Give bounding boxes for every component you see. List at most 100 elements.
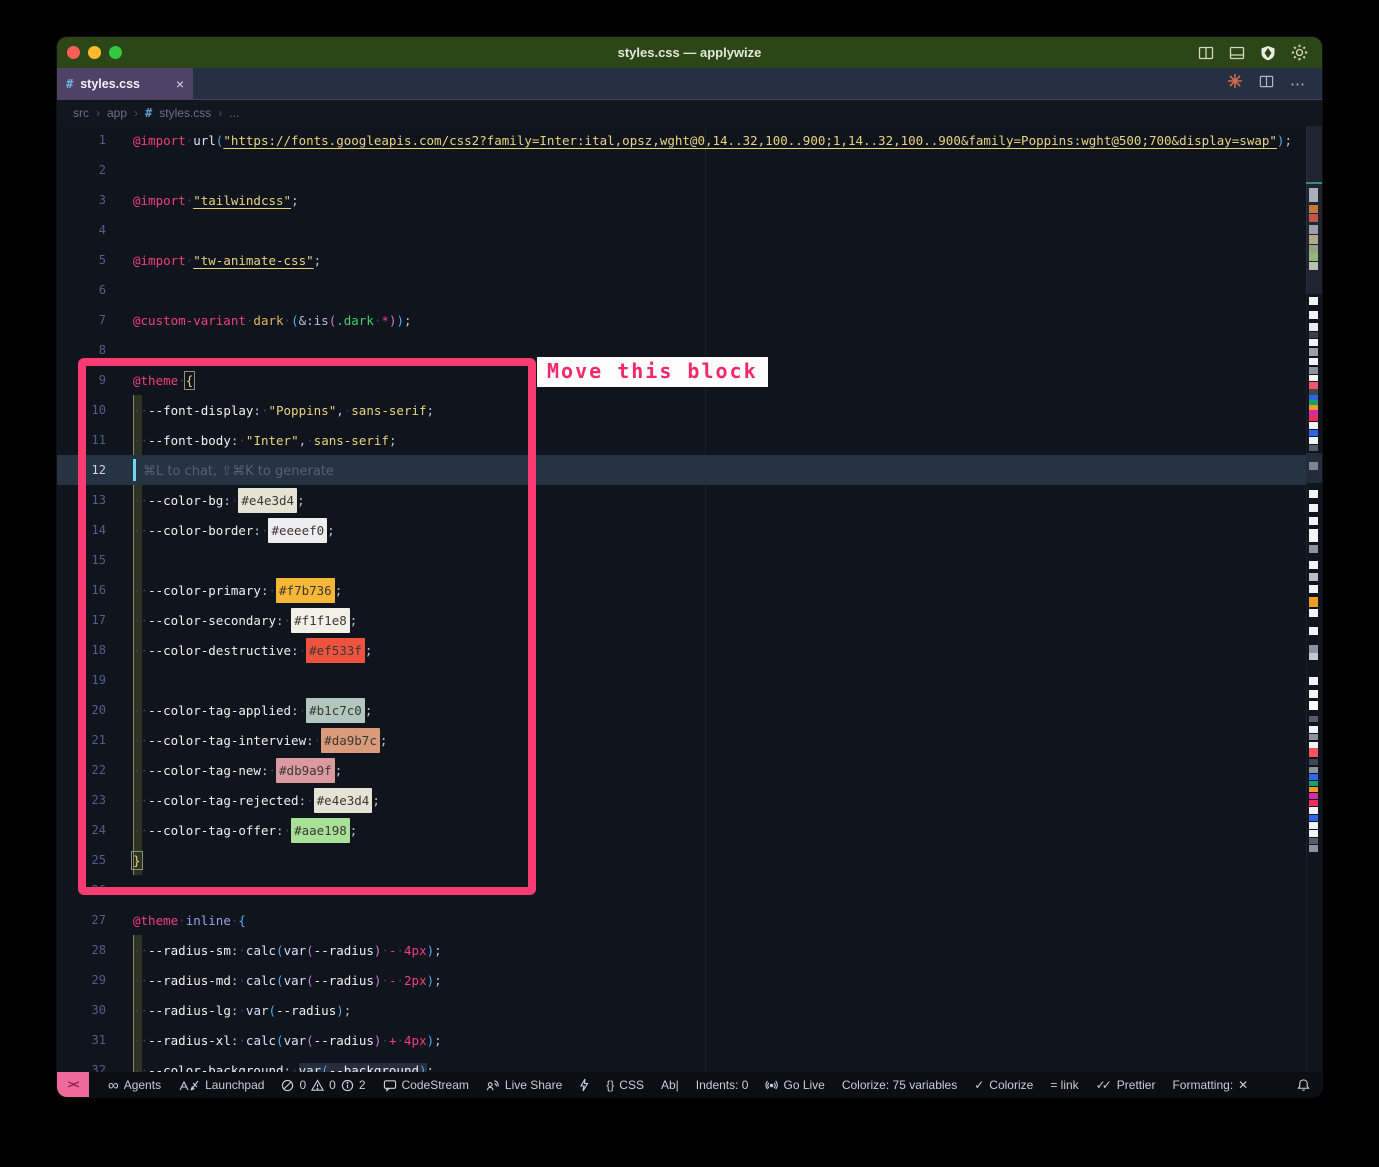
minimap-block: [1309, 339, 1318, 346]
annotation-label: Move this block: [537, 357, 768, 387]
code-line[interactable]: 5@import·"tw-animate-css";: [57, 245, 1322, 275]
code-line[interactable]: 7@custom-variant·dark·(&:is(.dark·*));: [57, 305, 1322, 335]
line-content: ··--color-primary:·#f7b736;: [133, 583, 342, 598]
more-actions-icon[interactable]: ⋯: [1290, 75, 1306, 93]
statusbar-language-mode[interactable]: {} CSS: [606, 1078, 644, 1092]
copilot-starburst-icon[interactable]: [1227, 73, 1243, 94]
liveshare-icon: [486, 1079, 500, 1092]
code-line[interactable]: 23··--color-tag-rejected:·#e4e3d4;: [57, 785, 1322, 815]
line-number: 23: [57, 793, 106, 807]
code-line[interactable]: 11··--font-body:·"Inter",·sans-serif;: [57, 425, 1322, 455]
line-number: 17: [57, 613, 106, 627]
statusbar-codestream[interactable]: CodeStream: [383, 1078, 469, 1092]
code-editor[interactable]: 1@import·url("https://fonts.googleapis.c…: [57, 126, 1322, 1072]
line-number: 15: [57, 553, 106, 567]
statusbar-indents[interactable]: Indents: 0: [696, 1078, 749, 1092]
code-line[interactable]: 21··--color-tag-interview:·#da9b7c;: [57, 725, 1322, 755]
breadcrumb-src[interactable]: src: [73, 106, 89, 120]
rocket-icon: [178, 1079, 200, 1092]
tab-styles-css[interactable]: # styles.css ×: [57, 68, 193, 99]
code-line[interactable]: 18··--color-destructive:·#ef533f;: [57, 635, 1322, 665]
minimap-block: [1309, 748, 1318, 757]
close-x-icon[interactable]: ✕: [1238, 1078, 1248, 1092]
line-number: 12: [57, 463, 106, 477]
line-number: 10: [57, 403, 106, 417]
statusbar-link[interactable]: = link: [1050, 1078, 1078, 1092]
line-number: 7: [57, 313, 106, 327]
code-line[interactable]: 12⌘L to chat, ⇧⌘K to generate: [57, 455, 1322, 485]
code-line[interactable]: 22··--color-tag-new:·#db9a9f;: [57, 755, 1322, 785]
statusbar-liveshare[interactable]: Live Share: [486, 1078, 562, 1092]
minimap-block: [1309, 235, 1318, 244]
minimap-block: [1309, 245, 1318, 253]
code-line[interactable]: 16··--color-primary:·#f7b736;: [57, 575, 1322, 605]
minimap-block: [1309, 585, 1318, 593]
code-line[interactable]: 19: [57, 665, 1322, 695]
settings-gear-icon[interactable]: [1291, 44, 1308, 61]
extension-shield-icon[interactable]: [1260, 45, 1276, 61]
notifications-bell[interactable]: [1297, 1078, 1310, 1092]
code-line[interactable]: 13··--color-bg:·#e4e3d4;: [57, 485, 1322, 515]
code-line[interactable]: 15: [57, 545, 1322, 575]
minimap-block: [1309, 627, 1318, 635]
css-file-icon: #: [66, 77, 73, 91]
code-line[interactable]: 24··--color-tag-offer:·#aae198;: [57, 815, 1322, 845]
minimap[interactable]: [1306, 126, 1322, 1072]
split-editor-right-icon[interactable]: [1259, 74, 1274, 94]
code-line[interactable]: 25}: [57, 845, 1322, 875]
statusbar-formatting[interactable]: Formatting: ✕: [1172, 1078, 1248, 1092]
infinity-icon: ∞: [108, 1078, 119, 1093]
tab-label: styles.css: [80, 77, 140, 91]
statusbar-launchpad[interactable]: Launchpad: [178, 1078, 264, 1092]
line-number: 26: [57, 883, 106, 897]
remote-indicator[interactable]: ><: [57, 1072, 89, 1097]
line-content: ··--font-body:·"Inter",·sans-serif;: [133, 433, 396, 448]
statusbar-colorize[interactable]: ✓ Colorize: [974, 1078, 1033, 1092]
code-line[interactable]: 31··--radius-xl:·calc(var(--radius)·+·4p…: [57, 1025, 1322, 1055]
tab-bar: # styles.css × ⋯: [57, 68, 1322, 100]
line-number: 8: [57, 343, 106, 357]
line-number: 24: [57, 823, 106, 837]
minimap-block: [1309, 348, 1318, 356]
statusbar-agents[interactable]: ∞ Agents: [108, 1078, 161, 1093]
code-line[interactable]: 10··--font-display:·"Poppins",·sans-seri…: [57, 395, 1322, 425]
line-number: 3: [57, 193, 106, 207]
code-line[interactable]: 29··--radius-md:·calc(var(--radius)·-·2p…: [57, 965, 1322, 995]
line-content: ··--color-bg:·#e4e3d4;: [133, 493, 305, 508]
statusbar-colorize-count[interactable]: Colorize: 75 variables: [842, 1078, 957, 1092]
code-line[interactable]: 26: [57, 875, 1322, 905]
code-line[interactable]: 27@theme·inline·{: [57, 905, 1322, 935]
minimap-block: [1309, 807, 1318, 814]
statusbar-abl[interactable]: Ab|: [661, 1078, 679, 1092]
line-content: ··--radius-sm:·calc(var(--radius)·-·4px)…: [133, 943, 442, 958]
split-editor-icon[interactable]: [1198, 45, 1214, 61]
minimap-block: [1309, 677, 1318, 685]
code-line[interactable]: 17··--color-secondary:·#f1f1e8;: [57, 605, 1322, 635]
breadcrumb-app[interactable]: app: [107, 106, 127, 120]
code-line[interactable]: 4: [57, 215, 1322, 245]
statusbar-problems[interactable]: 0 0 2: [281, 1078, 365, 1092]
text-cursor: [133, 459, 136, 481]
statusbar-lightning[interactable]: [579, 1078, 589, 1092]
code-line[interactable]: 32··--color-background:·var(--background…: [57, 1055, 1322, 1072]
code-line[interactable]: 2: [57, 155, 1322, 185]
minimap-block: [1309, 561, 1318, 569]
breadcrumb-file[interactable]: styles.css: [159, 106, 211, 120]
breadcrumb-symbol[interactable]: ...: [229, 106, 239, 120]
code-line[interactable]: 28··--radius-sm:·calc(var(--radius)·-·4p…: [57, 935, 1322, 965]
code-line[interactable]: 6: [57, 275, 1322, 305]
code-line[interactable]: 20··--color-tag-applied:·#b1c7c0;: [57, 695, 1322, 725]
code-line[interactable]: 3@import·"tailwindcss";: [57, 185, 1322, 215]
code-line[interactable]: 14··--color-border:·#eeeef0;: [57, 515, 1322, 545]
code-line[interactable]: 1@import·url("https://fonts.googleapis.c…: [57, 126, 1322, 155]
tab-close-icon[interactable]: ×: [176, 77, 184, 91]
info-icon: [341, 1079, 354, 1092]
minimap-block: [1309, 653, 1318, 660]
code-line[interactable]: 30··--radius-lg:·var(--radius);: [57, 995, 1322, 1025]
minimap-block: [1309, 545, 1318, 553]
statusbar-prettier[interactable]: ✓✓ Prettier: [1096, 1078, 1156, 1092]
toggle-panel-icon[interactable]: [1229, 45, 1245, 61]
line-number: 1: [57, 133, 106, 147]
statusbar-golive[interactable]: Go Live: [765, 1078, 824, 1092]
color-swatch: #eeeef0: [268, 518, 327, 543]
